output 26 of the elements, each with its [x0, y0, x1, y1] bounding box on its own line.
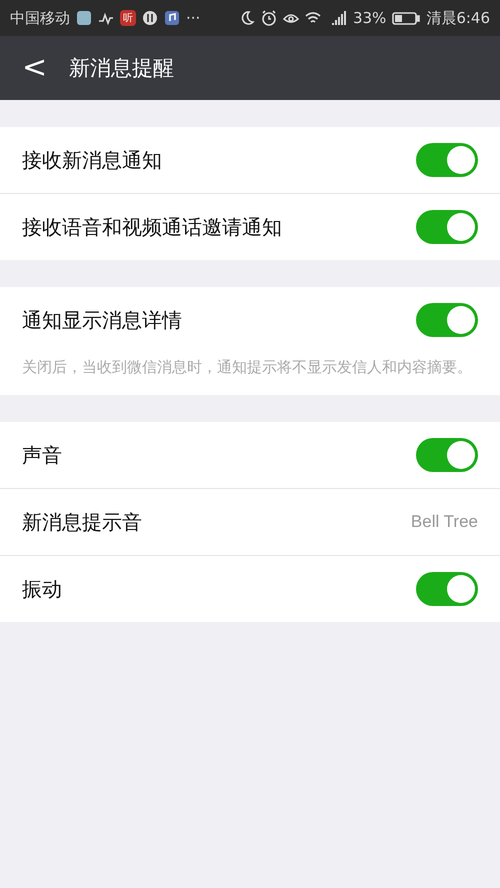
setting-label: 声音: [22, 442, 62, 468]
battery-icon: [392, 10, 420, 26]
setting-label: 通知显示消息详情: [22, 306, 182, 334]
setting-label: 接收语音和视频通话邀请通知: [22, 214, 282, 240]
music-icon: [164, 10, 180, 26]
app-icon: [76, 10, 92, 26]
page-title: 新消息提醒: [69, 55, 174, 82]
more-notifications-text: ···: [186, 9, 200, 27]
setting-description: 关闭后，当收到微信消息时，通知提示将不显示发信人和内容摘要。: [21, 357, 473, 378]
setting-label: 新消息提示音: [22, 508, 142, 536]
clock-time: 清晨6:46: [426, 8, 490, 28]
setting-label: 接收新消息通知: [22, 146, 162, 174]
carrier-name: 中国移动: [10, 8, 70, 28]
app-icon: 听: [120, 10, 136, 26]
toggle-switch[interactable]: [416, 438, 478, 472]
setting-label: 振动: [22, 576, 62, 602]
toggle-switch[interactable]: [416, 572, 478, 606]
data-transfer-icon: [142, 10, 158, 26]
back-button[interactable]: <: [18, 53, 52, 83]
toggle-switch[interactable]: [416, 143, 478, 177]
toggle-switch[interactable]: [416, 210, 478, 244]
moon-icon: [238, 10, 255, 26]
toggle-switch[interactable]: [416, 303, 478, 337]
alarm-icon: [260, 10, 277, 26]
battery-percentage: 33%: [352, 9, 386, 27]
activity-icon: [98, 10, 114, 26]
